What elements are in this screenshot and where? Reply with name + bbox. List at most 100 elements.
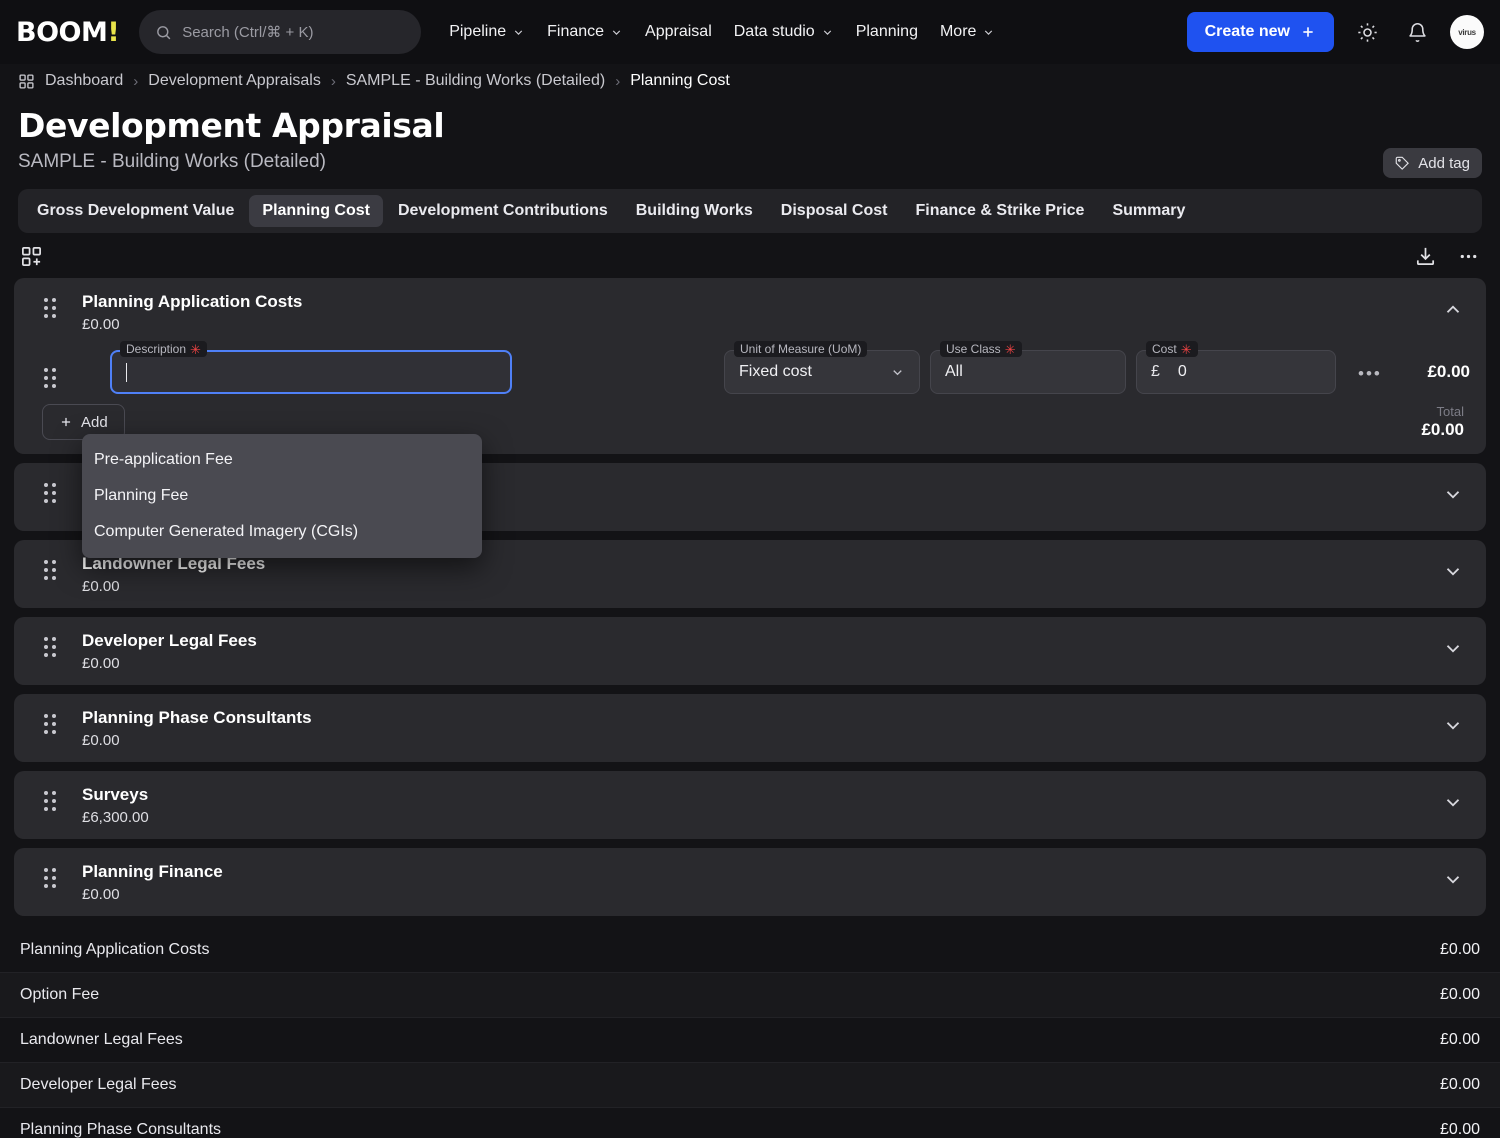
chevron-down-icon [514,29,523,35]
table-row[interactable]: Planning Phase Consultants £0.00 [0,1108,1500,1138]
table-row[interactable]: Landowner Legal Fees £0.00 [0,1018,1500,1063]
section-amount: £6,300.00 [82,809,149,826]
use-class-value: All [945,363,963,380]
drag-handle-icon[interactable] [44,560,60,580]
search-input[interactable]: Search (Ctrl/⌘ + K) [139,10,422,54]
content-toolbar [0,233,1500,278]
use-class-label: Use Class ✳ [940,341,1022,357]
summary-label: Landowner Legal Fees [20,1031,183,1048]
table-row[interactable]: Option Fee £0.00 [0,973,1500,1018]
chevron-down-icon [1446,876,1460,884]
page-title: Development Appraisal [18,106,445,145]
drag-handle-icon[interactable] [44,714,60,734]
chevron-down-icon [1446,799,1460,807]
summary-label: Planning Application Costs [20,941,210,958]
section-title: Planning Phase Consultants [82,708,312,727]
nav-item-pipeline[interactable]: Pipeline [449,23,525,41]
dropdown-option-pre-application-fee[interactable]: Pre-application Fee [82,442,482,478]
section-header[interactable]: Surveys £6,300.00 [14,771,1486,839]
drag-handle-icon[interactable] [44,483,60,503]
nav-item-appraisal[interactable]: Appraisal [645,23,712,41]
section-expand-toggle[interactable] [1442,561,1464,588]
section-expand-toggle[interactable] [1442,638,1464,665]
summary-label: Planning Phase Consultants [20,1121,222,1138]
section-expand-toggle[interactable] [1442,715,1464,742]
add-widget-button[interactable] [20,245,43,268]
cost-value: 0 [1177,363,1187,380]
ellipsis-icon [1460,254,1477,259]
brand-logo[interactable]: BOOM! [16,16,120,48]
tab-planning-cost[interactable]: Planning Cost [249,195,383,227]
section-amount: £0.00 [82,732,120,749]
section-header[interactable]: Planning Finance £0.00 [14,848,1486,916]
table-row[interactable]: Developer Legal Fees £0.00 [0,1063,1500,1108]
row-drag-handle-icon[interactable] [44,368,60,388]
section-surveys: Surveys £6,300.00 [14,771,1486,839]
create-new-label: Create new [1204,23,1290,40]
dashboard-grid-icon[interactable] [18,73,35,90]
use-class-field: Use Class ✳ All [930,341,1126,394]
drag-handle-icon[interactable] [44,298,60,318]
section-expand-toggle[interactable] [1442,869,1464,896]
page-header: Development Appraisal SAMPLE - Building … [0,100,1500,178]
chevron-down-icon [612,29,621,35]
dropdown-option-planning-fee[interactable]: Planning Fee [82,478,482,514]
nav-item-finance[interactable]: Finance [547,23,623,41]
brand-bang: ! [107,16,120,48]
nav-item-more[interactable]: More [940,23,995,41]
section-total-value: £0.00 [1421,420,1464,439]
nav-label: Pipeline [449,23,507,40]
table-row[interactable]: Planning Application Costs £0.00 [0,928,1500,973]
drag-handle-icon[interactable] [44,637,60,657]
section-title: Developer Legal Fees [82,631,257,650]
tab-building-works[interactable]: Building Works [623,195,766,227]
avatar[interactable]: virus [1450,15,1484,49]
nav-label: Finance [547,23,605,40]
dropdown-option-cgis[interactable]: Computer Generated Imagery (CGIs) [82,514,482,550]
tab-development-contributions[interactable]: Development Contributions [385,195,621,227]
section-header[interactable]: Planning Application Costs £0.00 [14,278,1486,346]
nav-item-planning[interactable]: Planning [856,23,918,41]
unit-of-measure-field: Unit of Measure (UoM) Fixed cost [724,341,920,394]
section-collapse-toggle[interactable] [1442,299,1464,326]
toolbar-actions [1414,245,1480,268]
sun-icon [1357,22,1377,42]
breadcrumb-item-development-appraisals[interactable]: Development Appraisals [148,72,321,90]
summary-value: £0.00 [1439,1031,1480,1048]
section-expand-toggle[interactable] [1442,792,1464,819]
cost-currency-symbol: £ [1151,363,1160,380]
nav-item-data-studio[interactable]: Data studio [734,23,834,41]
tab-summary[interactable]: Summary [1099,195,1198,227]
more-options-button[interactable] [1457,245,1480,268]
breadcrumb-separator: › [330,72,336,90]
chevron-down-icon [1446,568,1460,576]
drag-handle-icon[interactable] [44,791,60,811]
section-amount: £0.00 [82,316,120,333]
nav-label: Appraisal [645,23,712,40]
tab-finance-strike-price[interactable]: Finance & Strike Price [902,195,1097,227]
section-amount: £0.00 [82,655,120,672]
section-header[interactable]: Developer Legal Fees £0.00 [14,617,1486,685]
drag-handle-icon[interactable] [44,868,60,888]
text-caret [126,362,127,382]
planning-cost-summary-table: Planning Application Costs £0.00 Option … [0,928,1500,1138]
plus-icon [1303,27,1313,37]
create-new-button[interactable]: Create new [1186,12,1334,52]
section-expand-toggle[interactable] [1442,484,1464,511]
breadcrumb-item-planning-cost[interactable]: Planning Cost [630,72,730,90]
chevron-down-icon [1446,491,1460,499]
section-header[interactable]: Planning Phase Consultants £0.00 [14,694,1486,762]
row-more-options-button[interactable]: ••• [1358,364,1382,384]
download-button[interactable] [1414,245,1437,268]
tab-gross-development-value[interactable]: Gross Development Value [24,195,247,227]
description-field: Description ✳ [110,341,512,394]
notifications-button[interactable] [1400,15,1434,49]
summary-value: £0.00 [1439,1076,1480,1093]
breadcrumb-item-sample[interactable]: SAMPLE - Building Works (Detailed) [346,72,605,90]
theme-toggle-button[interactable] [1350,15,1384,49]
tab-disposal-cost[interactable]: Disposal Cost [768,195,901,227]
breadcrumb-item-dashboard[interactable]: Dashboard [45,72,123,90]
unit-of-measure-label-text: Unit of Measure (UoM) [740,342,862,356]
required-marker: ✳ [1180,341,1192,357]
add-tag-button[interactable]: Add tag [1383,148,1482,178]
